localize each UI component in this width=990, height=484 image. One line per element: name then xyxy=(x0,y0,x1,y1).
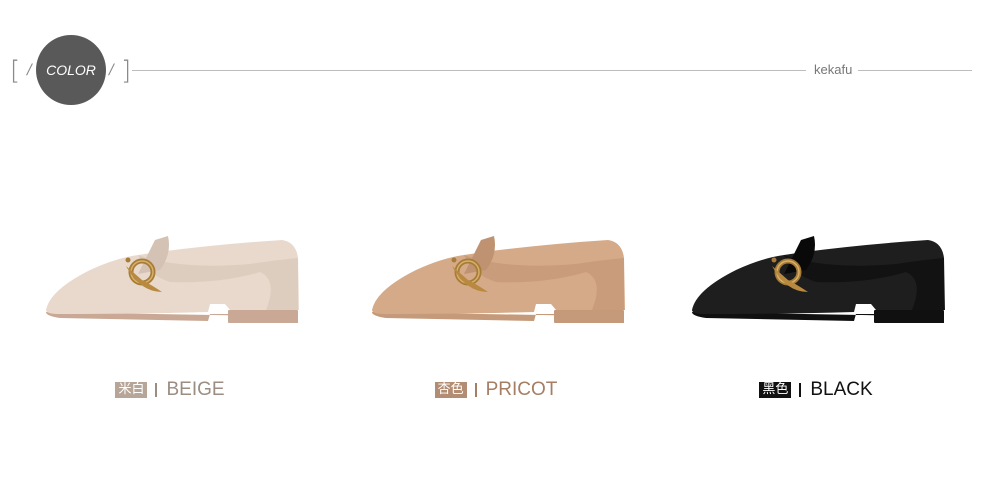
shoe-image xyxy=(46,236,299,323)
product-apricot: 杏色 PRICOT xyxy=(346,200,646,430)
left-slash: / xyxy=(27,62,32,78)
color-label: 黑色 BLACK xyxy=(666,379,966,401)
header-rule-left xyxy=(132,70,806,71)
color-label: 杏色 PRICOT xyxy=(346,379,646,401)
color-label: 米白 BEIGE xyxy=(20,379,320,401)
shoe-image xyxy=(692,236,945,323)
color-name: BEIGE xyxy=(166,379,225,400)
color-name: PRICOT xyxy=(485,379,558,400)
shoe-heel xyxy=(554,310,624,323)
loafer-shoe xyxy=(692,236,945,323)
section-header: [ / COLOR / ] kekafu xyxy=(0,0,990,120)
loafer-shoe xyxy=(372,236,625,323)
label-separator xyxy=(155,383,158,397)
shoe-image xyxy=(372,236,625,323)
color-tag: 米白 xyxy=(115,382,148,398)
loafer-shoe xyxy=(46,236,299,323)
left-bracket: [ xyxy=(10,56,21,86)
label-separator xyxy=(474,383,477,397)
right-bracket: ] xyxy=(121,56,132,86)
color-tag: 杏色 xyxy=(434,382,467,398)
product-beige: 米白 BEIGE xyxy=(20,200,320,430)
color-name: BLACK xyxy=(810,379,873,400)
header-rule-right xyxy=(858,70,972,71)
color-tag: 黑色 xyxy=(759,382,792,398)
label-separator xyxy=(799,383,802,397)
brand-name: kekafu xyxy=(814,62,853,77)
shoe-heel xyxy=(874,310,944,323)
color-badge: COLOR xyxy=(36,35,106,105)
shoe-heel xyxy=(228,310,298,323)
product-black: 黑色 BLACK xyxy=(666,200,966,430)
right-slash: / xyxy=(109,62,114,78)
